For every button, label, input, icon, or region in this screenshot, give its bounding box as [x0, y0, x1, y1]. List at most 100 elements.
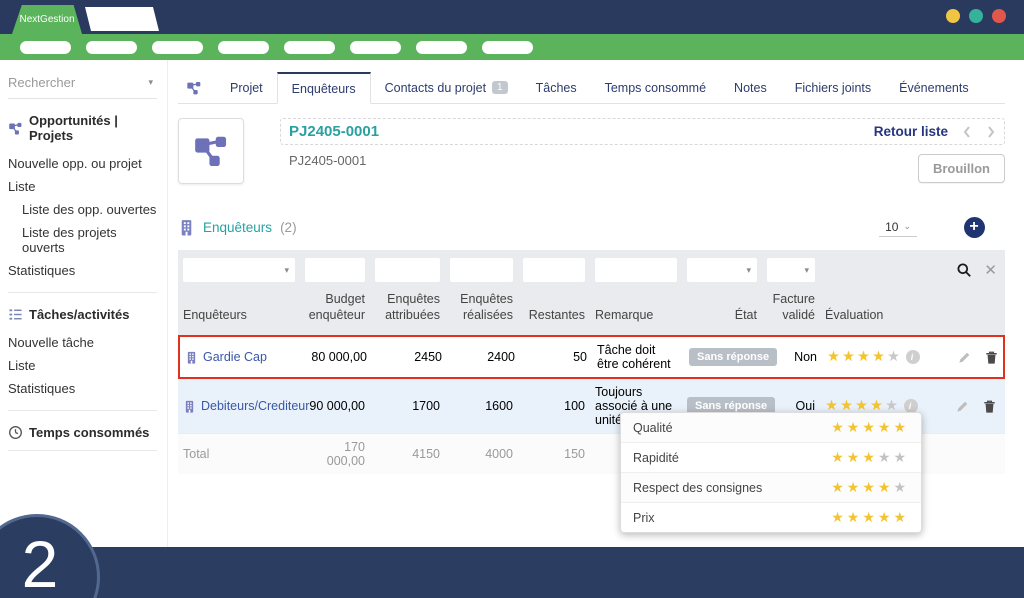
sidebar-section-header: Opportunités | Projets — [8, 113, 157, 143]
project-code: PJ2405-0001 — [289, 123, 379, 140]
search-icon[interactable] — [956, 262, 972, 278]
nav-pill-7[interactable] — [416, 41, 467, 54]
tab-label: Projet — [230, 81, 263, 95]
tab-taches[interactable]: Tâches — [522, 72, 591, 103]
col-evaluation[interactable]: Évaluation — [820, 284, 940, 331]
nav-pill-3[interactable] — [152, 41, 203, 54]
rating-detail-popup: Qualité ★★★★★ Rapidité ★★★★★ Respect des… — [620, 412, 922, 533]
add-enqueteur-button[interactable]: + — [943, 214, 1005, 240]
rating-label: Respect des consignes — [633, 481, 762, 495]
cell-restantes: 100 — [518, 386, 590, 426]
top-nav-bar — [0, 34, 1024, 60]
rating-stars: ★★★★★ — [831, 509, 909, 526]
sidebar-item-statistiques-taches[interactable]: Statistiques — [8, 377, 157, 400]
col-realisees[interactable]: Enquêtesréalisées — [445, 284, 518, 331]
sidebar-section-header[interactable]: Temps consommés — [8, 425, 157, 440]
prev-record-icon[interactable] — [962, 125, 972, 139]
sidebar-search-select[interactable]: Rechercher ▾ — [8, 72, 157, 99]
tab-temps-consomme[interactable]: Temps consommé — [591, 72, 720, 103]
brand-name: NextGestion — [19, 14, 74, 25]
enqueteur-link[interactable]: Gardie Cap — [185, 350, 267, 364]
next-record-icon[interactable] — [986, 125, 996, 139]
status-badge-brouillon[interactable]: Brouillon — [918, 154, 1005, 183]
back-to-list-link[interactable]: Retour liste — [874, 124, 948, 139]
tab-contacts[interactable]: Contacts du projet 1 — [371, 72, 522, 103]
total-budget: 170 000,00 — [300, 434, 370, 474]
filter-input-remarque[interactable] — [595, 258, 677, 282]
tab-label: Événements — [899, 81, 968, 95]
sidebar-section-temps: Temps consommés — [8, 411, 157, 451]
maximize-button[interactable] — [969, 9, 983, 23]
col-attribuees[interactable]: Enquêtesattribuées — [370, 284, 445, 331]
sidebar-search-placeholder: Rechercher — [8, 75, 75, 90]
col-etat[interactable]: État — [682, 284, 762, 331]
nodes-icon — [8, 121, 23, 136]
col-restantes[interactable]: Restantes — [518, 284, 590, 331]
filter-row: ▾ ▾ ▾ ✕ — [178, 256, 1005, 284]
enqueteurs-section-header: Enquêteurs (2) 10 ⌄ + — [178, 214, 1005, 240]
tab-evenements[interactable]: Événements — [885, 72, 982, 103]
tab-label: Tâches — [536, 81, 577, 95]
tab-enqueteurs[interactable]: Enquêteurs — [277, 72, 371, 104]
page-size-select[interactable]: 10 ⌄ — [879, 218, 917, 237]
col-enqueteurs[interactable]: Enquêteurs — [178, 284, 300, 331]
col-facture[interactable]: Facturevalidé — [762, 284, 820, 331]
project-header: PJ2405-0001 Retour liste PJ2405-0001 Bro… — [178, 118, 1005, 184]
tab-label: Enquêteurs — [292, 82, 356, 96]
table-row-gardie-cap[interactable]: Gardie Cap 80 000,00 2450 2400 50 Tâche … — [178, 335, 1005, 379]
sidebar-section-title: Opportunités | Projets — [29, 113, 157, 143]
sidebar-item-statistiques[interactable]: Statistiques — [8, 259, 157, 282]
nav-pill-8[interactable] — [482, 41, 533, 54]
nav-pill-4[interactable] — [218, 41, 269, 54]
close-button[interactable] — [992, 9, 1006, 23]
minimize-button[interactable] — [946, 9, 960, 23]
section-title: Enquêteurs — [203, 220, 272, 235]
tab-fichiers-joints[interactable]: Fichiers joints — [781, 72, 885, 103]
footer-bar — [0, 547, 1024, 598]
delete-icon[interactable] — [982, 399, 997, 414]
filter-select-enqueteurs[interactable]: ▾ — [183, 258, 295, 282]
col-remarque[interactable]: Remarque — [590, 284, 682, 331]
sidebar: Rechercher ▾ Opportunités | Projets Nouv… — [0, 60, 168, 547]
task-list-icon — [8, 307, 23, 322]
total-restantes: 150 — [518, 440, 590, 468]
nav-pill-6[interactable] — [350, 41, 401, 54]
tab-projet[interactable]: Projet — [216, 72, 277, 103]
filter-input-restantes[interactable] — [523, 258, 585, 282]
col-budget[interactable]: Budgetenquêteur — [300, 284, 370, 331]
tab-notes[interactable]: Notes — [720, 72, 781, 103]
brand-tab[interactable]: NextGestion — [12, 5, 82, 34]
delete-icon[interactable] — [984, 350, 999, 365]
chevron-down-icon: ▾ — [148, 77, 153, 88]
window-controls — [946, 9, 1006, 23]
project-title-editable[interactable]: PJ2405-0001 Retour liste — [280, 118, 1005, 145]
secondary-tab[interactable] — [85, 7, 159, 31]
filter-select-etat[interactable]: ▾ — [687, 258, 757, 282]
page-size-value: 10 — [885, 220, 898, 234]
filter-input-realisees[interactable] — [450, 258, 513, 282]
filter-select-facture[interactable]: ▾ — [767, 258, 815, 282]
rating-row-rapidite: Rapidité ★★★★★ — [621, 443, 921, 473]
sidebar-item-liste-projets-ouverts[interactable]: Liste des projets ouverts — [8, 221, 157, 259]
nav-pill-2[interactable] — [86, 41, 137, 54]
nav-pill-1[interactable] — [20, 41, 71, 54]
filter-input-attribuees[interactable] — [375, 258, 440, 282]
sidebar-item-liste-opp-ouvertes[interactable]: Liste des opp. ouvertes — [8, 198, 157, 221]
edit-icon[interactable] — [957, 350, 972, 365]
sidebar-item-nouvelle-tache[interactable]: Nouvelle tâche — [8, 331, 157, 354]
enqueteur-link[interactable]: Debiteurs/Crediteur — [183, 399, 309, 413]
info-icon[interactable]: i — [906, 350, 920, 364]
rating-stars: ★★★★★ — [831, 479, 909, 496]
sidebar-item-nouvelle-opp[interactable]: Nouvelle opp. ou projet — [8, 152, 157, 175]
nodes-icon — [192, 132, 230, 170]
cell-budget: 80 000,00 — [302, 337, 372, 377]
filter-input-budget[interactable] — [305, 258, 365, 282]
app-window: NextGestion Rechercher ▾ Opportunités | … — [0, 0, 1024, 598]
nav-pill-5[interactable] — [284, 41, 335, 54]
rating-stars[interactable]: ★★★★★i — [827, 349, 920, 365]
sidebar-item-liste[interactable]: Liste — [8, 175, 157, 198]
sidebar-item-liste-taches[interactable]: Liste — [8, 354, 157, 377]
titlebar: NextGestion — [0, 0, 1024, 34]
clear-filters-icon[interactable]: ✕ — [984, 261, 997, 279]
edit-icon[interactable] — [955, 399, 970, 414]
